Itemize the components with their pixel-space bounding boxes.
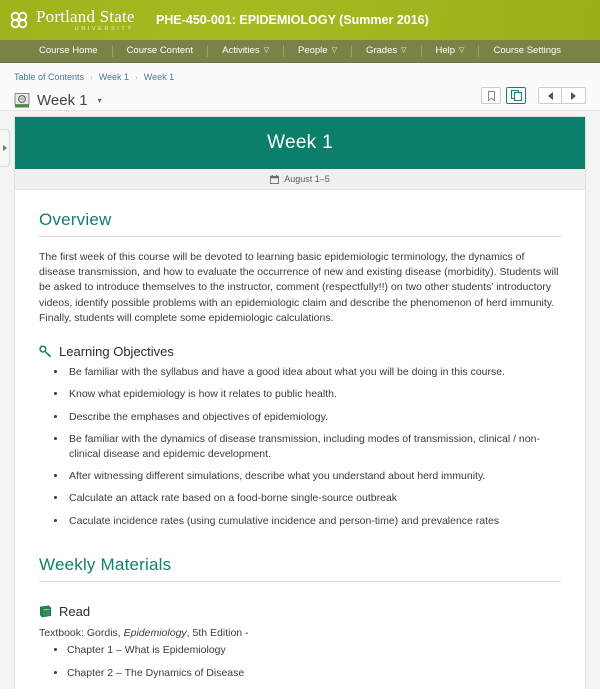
previous-button[interactable] [538,87,562,104]
nav-label: Help [435,45,456,56]
nav-label: Course Home [38,45,98,56]
breadcrumb-item-toc[interactable]: Table of Contents [14,72,84,82]
bookmark-icon [487,90,495,101]
chevron-down-icon: ▽ [263,47,269,54]
learning-objectives-label: Learning Objectives [59,344,174,360]
module-content: Overview The first week of this course w… [15,190,585,689]
brand-subname: UNIVERSITY [74,25,134,32]
page-body: Week 1 August 1–5 Overview The first wee… [0,111,600,689]
copy-button[interactable] [506,87,526,104]
list-item: Chapter 3 – The Occurrence of Disease – … [67,688,561,689]
nav-item-grades[interactable]: Grades ▽ [352,40,421,62]
page-subheader: Table of Contents › Week 1 › Week 1 Week… [0,63,600,111]
nav-label: People [297,45,328,56]
next-button[interactable] [562,87,586,104]
list-item: Chapter 1 – What is Epidemiology [67,643,561,658]
learning-objectives-heading: Learning Objectives [39,344,561,359]
read-heading: Read [39,604,561,619]
nav-label: Activities [222,45,260,56]
bookmark-button[interactable] [481,87,501,104]
book-icon [40,605,52,618]
nav-item-course-content[interactable]: Course Content [113,40,208,62]
breadcrumb-item-week-1-current[interactable]: Week 1 [144,72,174,82]
overview-heading: Overview [39,210,561,237]
weekly-materials-heading: Weekly Materials [39,555,561,582]
breadcrumb-item-week-1[interactable]: Week 1 [99,72,129,82]
list-item: Caculate incidence rates (using cumulati… [67,514,561,529]
list-item: Be familiar with the syllabus and have a… [67,365,561,380]
page-title-dropdown-icon[interactable]: ▾ [98,96,102,105]
textbook-title: Epidemiology [123,626,187,639]
nav-label: Grades [365,45,398,56]
breadcrumb-separator-icon: › [135,72,138,82]
overview-paragraph: The first week of this course will be de… [39,251,559,324]
list-item: Chapter 2 – The Dynamics of Disease [67,666,561,681]
chevron-down-icon: ▽ [331,47,337,54]
date-range-label: August 1–5 [284,174,330,184]
read-label: Read [59,603,91,619]
learning-objectives-list: Be familiar with the syllabus and have a… [39,365,561,529]
main-nav: Course Home Course Content Activities ▽ P… [0,40,600,63]
list-item: Be familiar with the dynamics of disease… [67,432,561,462]
page-toolbar [476,87,586,104]
textbook-suffix: , 5th Edition - [186,626,249,639]
list-item: Calculate an attack rate based on a food… [67,491,561,506]
chevron-down-icon: ▽ [459,47,465,54]
key-icon [39,345,52,358]
content-panel: Week 1 August 1–5 Overview The first wee… [14,116,586,689]
chevron-down-icon: ▽ [401,47,407,54]
brand-header: Portland State UNIVERSITY PHE-450-001: E… [0,0,600,40]
page-title: Week 1 [37,91,88,109]
nav-item-course-settings[interactable]: Course Settings [479,40,575,62]
week-banner: Week 1 [15,117,585,169]
chevron-right-icon [2,145,7,151]
nav-item-course-home[interactable]: Course Home [25,40,112,62]
module-icon [14,92,30,107]
nav-label: Course Content [126,45,194,56]
triangle-left-icon [547,91,553,100]
sidebar-expand-toggle[interactable] [0,129,10,167]
week-banner-title: Week 1 [267,132,333,153]
nav-item-activities[interactable]: Activities ▽ [208,40,283,62]
brand-logo[interactable]: Portland State UNIVERSITY [0,8,148,33]
list-item: Know what epidemiology is how it relates… [67,387,561,402]
breadcrumb: Table of Contents › Week 1 › Week 1 [14,71,586,83]
chapter-list: Chapter 1 – What is Epidemiology Chapter… [39,643,561,689]
nav-item-help[interactable]: Help ▽ [422,40,479,62]
triangle-right-icon [571,91,576,100]
list-item: After witnessing different simulations, … [67,469,561,484]
pager-controls [538,87,586,104]
psu-clover-logo-icon [10,11,28,29]
nav-item-people[interactable]: People ▽ [284,40,351,62]
textbook-prefix: Textbook: Gordis, [39,626,124,639]
list-item: Describe the emphases and objectives of … [67,410,561,425]
breadcrumb-separator-icon: › [90,72,93,82]
date-range-bar: August 1–5 [15,169,585,190]
brand-name: Portland State [36,6,135,26]
calendar-icon [270,174,280,184]
textbook-line: Textbook: Gordis, Epidemiology, 5th Edit… [39,627,561,639]
course-title: PHE-450-001: EPIDEMIOLOGY (Summer 2016) [156,13,429,27]
copy-icon [510,90,522,101]
nav-label: Course Settings [493,45,562,56]
